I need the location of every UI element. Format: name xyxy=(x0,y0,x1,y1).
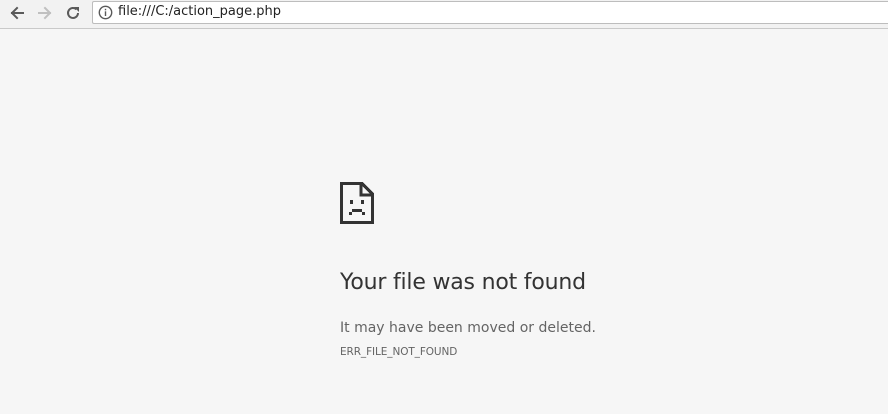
reload-icon xyxy=(67,6,79,19)
browser-toolbar: file:///C:/action_page.php xyxy=(0,0,888,29)
error-heading: Your file was not found xyxy=(340,270,586,295)
forward-button[interactable] xyxy=(33,1,57,25)
arrow-right-icon xyxy=(38,6,52,20)
arrow-left-icon xyxy=(10,6,24,20)
address-bar[interactable]: file:///C:/action_page.php xyxy=(92,1,888,24)
info-icon[interactable] xyxy=(98,5,113,20)
back-button[interactable] xyxy=(5,1,29,25)
error-description: It may have been moved or deleted. xyxy=(340,320,596,336)
url-text[interactable]: file:///C:/action_page.php xyxy=(118,4,281,19)
error-code: ERR_FILE_NOT_FOUND xyxy=(340,346,458,358)
sad-file-icon xyxy=(340,182,374,224)
reload-button[interactable] xyxy=(61,1,85,25)
